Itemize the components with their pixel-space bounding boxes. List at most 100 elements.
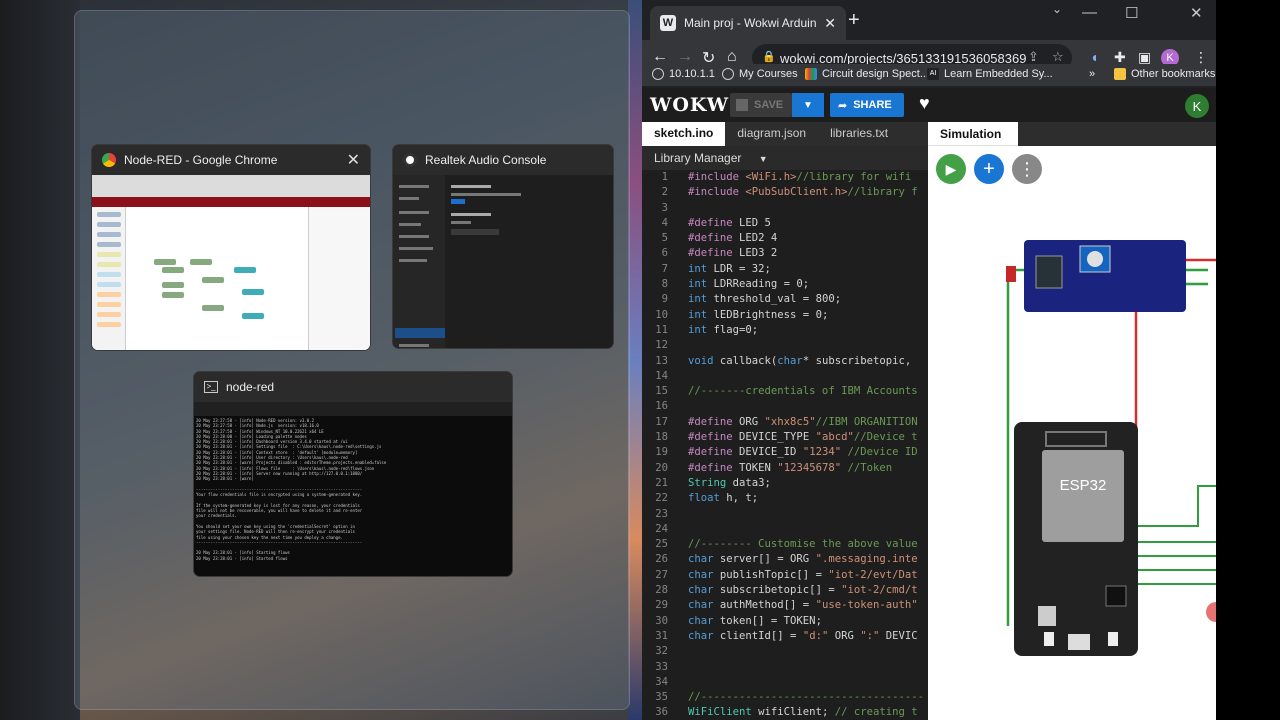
- code-line[interactable]: 30 char token[] = TOKEN;: [642, 614, 928, 629]
- code-area[interactable]: 1 #include <WiFi.h>//library for wifi 2 #i…: [642, 170, 928, 720]
- line-number: 13: [655, 354, 668, 367]
- code-line[interactable]: 19 #define DEVICE_ID "1234" //Device ID: [642, 445, 928, 460]
- line-text: #define LED2 4: [688, 232, 778, 245]
- line-text: //-----------------------------------: [688, 691, 924, 704]
- heart-icon[interactable]: ♥: [919, 93, 930, 114]
- code-line[interactable]: 22 float h, t;: [642, 491, 928, 506]
- browser-tab[interactable]: W Main proj - Wokwi Arduino and E ✕: [650, 6, 846, 40]
- bookmark-item[interactable]: Circuit design Spect...: [805, 68, 929, 80]
- new-tab-icon[interactable]: +: [848, 9, 860, 32]
- library-manager-label: Library Manager: [654, 151, 742, 165]
- code-line[interactable]: 2 #include <PubSubClient.h>//library f: [642, 185, 928, 200]
- code-line[interactable]: 5 #define LED2 4: [642, 231, 928, 246]
- line-number: 14: [655, 369, 668, 382]
- line-number: 29: [655, 599, 668, 612]
- line-number: 3: [661, 201, 668, 214]
- code-line[interactable]: 16: [642, 399, 928, 414]
- bookmark-star-icon[interactable]: ☆: [1052, 49, 1064, 65]
- camera-icon: [1080, 666, 1120, 700]
- screen-recorder-watermark: SCREEN RECORDER: [1080, 666, 1204, 700]
- save-label: SAVE: [754, 99, 784, 111]
- save-dropdown-button[interactable]: ▼: [792, 93, 824, 117]
- code-line[interactable]: 10 int lEDBrightness = 0;: [642, 308, 928, 323]
- window-header: >_ node-red: [194, 372, 512, 402]
- code-editor: sketch.ino diagram.json libraries.txt Li…: [642, 122, 928, 720]
- close-window-icon[interactable]: ✕: [1190, 4, 1203, 22]
- line-number: 4: [661, 216, 668, 229]
- tab-simulation[interactable]: Simulation: [928, 122, 1018, 146]
- code-line[interactable]: 12: [642, 338, 928, 353]
- code-line[interactable]: 33: [642, 660, 928, 675]
- more-bookmarks-icon[interactable]: »: [1089, 68, 1095, 80]
- line-number: 32: [655, 645, 668, 658]
- code-line[interactable]: 32: [642, 644, 928, 659]
- share-page-icon[interactable]: ⇪: [1028, 49, 1039, 65]
- code-line[interactable]: 20 #define TOKEN "12345678" //Token: [642, 461, 928, 476]
- window-thumbnail-realtek[interactable]: Realtek Audio Console: [392, 144, 614, 349]
- code-line[interactable]: 9 int threshold_val = 800;: [642, 292, 928, 307]
- code-line[interactable]: 24: [642, 522, 928, 537]
- share-button[interactable]: ➦ SHARE: [830, 93, 904, 117]
- line-text: int threshold_val = 800;: [688, 293, 842, 306]
- tab-libraries-txt[interactable]: libraries.txt: [818, 122, 900, 146]
- maximize-icon[interactable]: ☐: [1125, 4, 1138, 22]
- simulation-canvas[interactable]: ▶ + ⋮ ESP32: [928, 146, 1216, 720]
- line-text: String data3;: [688, 476, 771, 489]
- line-number: 36: [655, 706, 668, 719]
- line-number: 27: [655, 568, 668, 581]
- save-button[interactable]: SAVE: [730, 93, 792, 117]
- share-arrow-icon: ➦: [838, 99, 848, 112]
- nodered-preview: [92, 175, 370, 350]
- library-manager-dropdown[interactable]: Library Manager ▼: [642, 146, 928, 170]
- tab-close-icon[interactable]: ✕: [824, 15, 836, 32]
- window-title: node-red: [226, 380, 275, 394]
- code-line[interactable]: 18 #define DEVICE_TYPE "abcd"//Device t: [642, 430, 928, 445]
- line-text: #define ORG "xhx8c5"//IBM ORGANITION: [688, 415, 918, 428]
- line-text: #include <WiFi.h>//library for wifi: [688, 171, 912, 183]
- code-line[interactable]: 3: [642, 201, 928, 216]
- bookmark-label: My Courses: [739, 68, 798, 80]
- code-line[interactable]: 17 #define ORG "xhx8c5"//IBM ORGANITION: [642, 415, 928, 430]
- other-bookmarks[interactable]: Other bookmarks: [1114, 68, 1215, 80]
- file-tabs: sketch.ino diagram.json libraries.txt: [642, 122, 928, 146]
- code-line[interactable]: 11 int flag=0;: [642, 323, 928, 338]
- code-line[interactable]: 4 #define LED 5: [642, 216, 928, 231]
- code-line[interactable]: 15 //-------credentials of IBM Accounts: [642, 384, 928, 399]
- code-line[interactable]: 28 char subscribetopic[] = "iot-2/cmd/t: [642, 583, 928, 598]
- code-line[interactable]: 14: [642, 369, 928, 384]
- bookmark-item[interactable]: AI Learn Embedded Sy...: [927, 68, 1053, 80]
- code-line[interactable]: 29 char authMethod[] = "use-token-auth": [642, 598, 928, 613]
- code-line[interactable]: 25 //-------- Customise the above value: [642, 537, 928, 552]
- tab-diagram-json[interactable]: diagram.json: [725, 122, 818, 146]
- line-number: 25: [655, 538, 668, 551]
- minimize-icon[interactable]: —: [1082, 4, 1097, 21]
- code-line[interactable]: 13 void callback(char* subscribetopic,: [642, 354, 928, 369]
- code-line[interactable]: 21 String data3;: [642, 476, 928, 491]
- user-avatar[interactable]: K: [1185, 94, 1209, 118]
- code-line[interactable]: 6 #define LED3 2: [642, 246, 928, 261]
- code-line[interactable]: 1 #include <WiFi.h>//library for wifi: [642, 170, 928, 185]
- code-line[interactable]: 31 char clientId[] = "d:" ORG ":" DEVIC: [642, 629, 928, 644]
- close-icon[interactable]: ✕: [347, 150, 360, 170]
- globe-icon: [722, 68, 734, 80]
- window-thumbnail-terminal[interactable]: >_ node-red 20 May 23:27:58 - [info] Nod…: [193, 371, 513, 577]
- window-thumbnail-nodered[interactable]: Node-RED - Google Chrome ✕: [91, 144, 371, 351]
- code-line[interactable]: 35 //-----------------------------------: [642, 690, 928, 705]
- tab-search-icon[interactable]: ⌄: [1052, 2, 1062, 16]
- code-line[interactable]: 34: [642, 675, 928, 690]
- tab-sketch-ino[interactable]: sketch.ino: [642, 122, 726, 146]
- code-line[interactable]: 23: [642, 507, 928, 522]
- bookmark-item[interactable]: 10.10.1.1: [652, 68, 715, 80]
- code-line[interactable]: 26 char server[] = ORG ".messaging.inte: [642, 552, 928, 567]
- code-line[interactable]: 7 int LDR = 32;: [642, 262, 928, 277]
- esp32-chip: [1042, 450, 1124, 542]
- bookmark-item[interactable]: My Courses: [722, 68, 798, 80]
- share-label: SHARE: [853, 99, 892, 111]
- code-line[interactable]: 36 WiFiClient wifiClient; // creating t: [642, 705, 928, 720]
- line-text: #define LED 5: [688, 216, 771, 229]
- code-line[interactable]: 27 char publishTopic[] = "iot-2/evt/Dat: [642, 568, 928, 583]
- extension-wave-icon[interactable]: ◖: [1090, 49, 1098, 65]
- line-text: //-------- Customise the above value: [688, 538, 918, 551]
- code-line[interactable]: 8 int LDRReading = 0;: [642, 277, 928, 292]
- grid-icon: [805, 68, 817, 80]
